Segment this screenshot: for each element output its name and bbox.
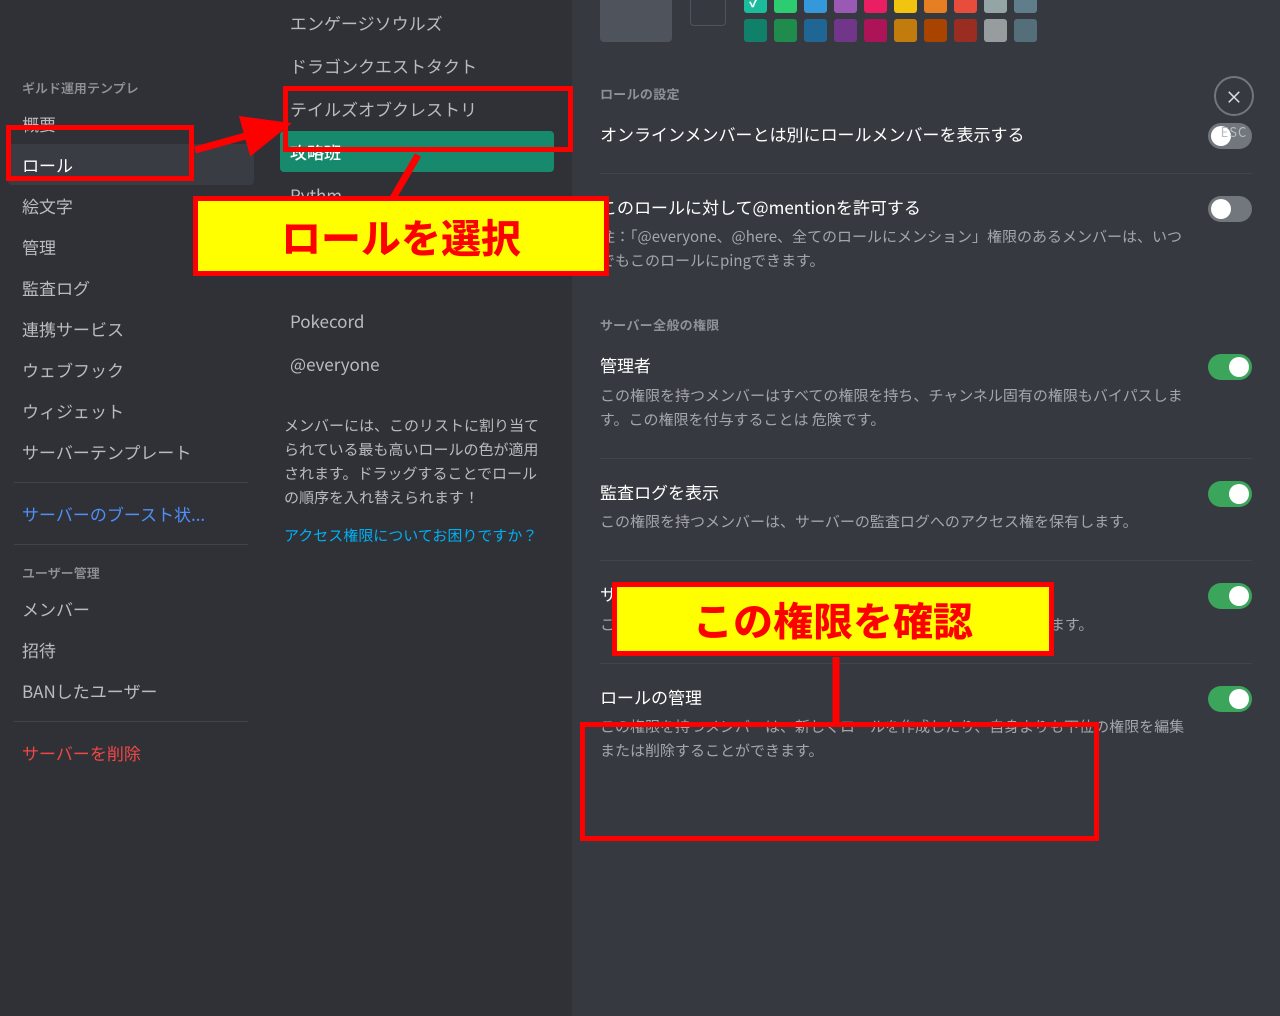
role-list-column: エンゲージソウルズ ドラゴンクエストタクト テイルズオブクレストリ 攻略班 Ry… (262, 0, 572, 1016)
setting-view-audit: 監査ログを表示 この権限を持つメンバーは、サーバーの監査ログへのアクセス権を保有… (600, 479, 1252, 535)
setting-display-separate: オンラインメンバーとは別にロールメンバーを表示する (600, 121, 1252, 147)
color-swatch[interactable] (864, 0, 887, 13)
section-role-settings: ロールの設定 (600, 84, 1252, 103)
setting-allow-mention: このロールに対して@mentionを許可する 注：「@everyone、@her… (600, 194, 1252, 274)
toggle-manage-server[interactable] (1208, 583, 1252, 609)
color-swatch[interactable] (924, 0, 947, 13)
sidebar-item-widget[interactable]: ウィジェット (0, 390, 262, 431)
eyedropper-button[interactable] (690, 0, 726, 26)
role-help-link[interactable]: アクセス権限についてお困りですか？ (284, 524, 550, 548)
sidebar-item-delete-server[interactable]: サーバーを削除 (0, 732, 262, 773)
color-swatch[interactable] (864, 19, 887, 42)
sidebar-item-members[interactable]: メンバー (0, 588, 262, 629)
setting-manage-roles: ロールの管理 この権限を持つメンバーは、新しくロールを作成したり、自身よりも下位… (600, 684, 1252, 764)
setting-title: 管理者 (600, 352, 1192, 378)
color-swatch[interactable] (834, 19, 857, 42)
color-swatch[interactable] (954, 19, 977, 42)
sidebar-section-guild: ギルド運用テンプレ (0, 70, 262, 103)
setting-admin: 管理者 この権限を持つメンバーはすべての権限を持ち、チャンネル固有の権限もバイパ… (600, 352, 1252, 432)
color-swatch[interactable] (1014, 19, 1037, 42)
setting-title: オンラインメンバーとは別にロールメンバーを表示する (600, 121, 1192, 147)
close-icon (1225, 87, 1243, 105)
color-swatch[interactable] (984, 19, 1007, 42)
role-item[interactable]: Pokecord (280, 300, 554, 341)
toggle-allow-mention[interactable] (1208, 196, 1252, 222)
setting-divider (600, 663, 1252, 664)
sidebar-divider (14, 482, 248, 483)
setting-desc: この権限を持つメンバーは、新しくロールを作成したり、自身よりも下位の権限を編集ま… (600, 715, 1192, 763)
role-color-area (600, 0, 1252, 42)
settings-sidebar: ギルド運用テンプレ 概要 ロール 絵文字 管理 監査ログ 連携サービス ウェブフ… (0, 0, 262, 1016)
role-item[interactable] (280, 280, 554, 298)
setting-divider (600, 458, 1252, 459)
sidebar-item-webhooks[interactable]: ウェブフック (0, 349, 262, 390)
close-label: ESC (1214, 122, 1254, 141)
color-swatch[interactable] (954, 0, 977, 13)
sidebar-item-server-template[interactable]: サーバーテンプレート (0, 431, 262, 472)
color-swatch[interactable] (744, 19, 767, 42)
toggle-manage-roles[interactable] (1208, 686, 1252, 712)
sidebar-divider (14, 544, 248, 545)
color-swatch[interactable] (984, 0, 1007, 13)
setting-title: 監査ログを表示 (600, 479, 1192, 505)
sidebar-item-roles[interactable]: ロール (8, 144, 254, 185)
setting-desc: 注：「@everyone、@here、全てのロールにメンション」権限のあるメンバ… (600, 225, 1192, 273)
color-swatch[interactable] (1014, 0, 1037, 13)
default-color-swatch[interactable] (600, 0, 672, 42)
role-help-text: メンバーには、このリストに割り当てられている最も高いロールの色が適用されます。ド… (284, 414, 550, 510)
sidebar-item-invites[interactable]: 招待 (0, 629, 262, 670)
color-swatch[interactable] (804, 0, 827, 13)
color-swatch[interactable] (774, 0, 797, 13)
color-swatch-row (744, 19, 1037, 42)
sidebar-item-integrations[interactable]: 連携サービス (0, 308, 262, 349)
setting-title: ロールの管理 (600, 684, 1192, 710)
color-swatch[interactable] (774, 19, 797, 42)
color-swatch[interactable] (744, 0, 767, 13)
setting-desc: この権限を持つメンバーはすべての権限を持ち、チャンネル固有の権限もバイパスします… (600, 384, 1192, 432)
role-item[interactable]: ドラゴンクエストタクト (280, 45, 554, 86)
color-swatch[interactable] (834, 0, 857, 13)
close-button[interactable] (1214, 76, 1254, 116)
setting-title: このロールに対して@mentionを許可する (600, 194, 1192, 220)
color-swatch[interactable] (894, 19, 917, 42)
color-swatch[interactable] (804, 19, 827, 42)
sidebar-item-overview[interactable]: 概要 (0, 103, 262, 144)
setting-divider (600, 173, 1252, 174)
annotation-callout-select-role: ロールを選択 (193, 196, 609, 276)
section-general-perms: サーバー全般の権限 (600, 315, 1252, 334)
annotation-callout-check-perm: この権限を確認 (612, 582, 1054, 656)
setting-divider (600, 560, 1252, 561)
role-item[interactable]: テイルズオブクレストリ (280, 88, 554, 129)
role-settings-main: ロールの設定 オンラインメンバーとは別にロールメンバーを表示する このロールに対… (572, 0, 1280, 1016)
sidebar-divider (14, 721, 248, 722)
role-item-everyone[interactable]: @everyone (280, 343, 554, 384)
close-area: ESC (1214, 76, 1254, 141)
setting-desc: この権限を持つメンバーは、サーバーの監査ログへのアクセス権を保有します。 (600, 510, 1192, 534)
color-swatch[interactable] (894, 0, 917, 13)
sidebar-item-bans[interactable]: BANしたユーザー (0, 670, 262, 711)
toggle-audit[interactable] (1208, 481, 1252, 507)
sidebar-section-usermgmt: ユーザー管理 (0, 555, 262, 588)
color-swatch[interactable] (924, 19, 947, 42)
sidebar-item-boost[interactable]: サーバーのブースト状... (0, 493, 262, 534)
color-swatch-row (744, 0, 1037, 13)
role-item-selected[interactable]: 攻略班 (280, 131, 554, 172)
toggle-admin[interactable] (1208, 354, 1252, 380)
role-item[interactable]: エンゲージソウルズ (280, 2, 554, 43)
